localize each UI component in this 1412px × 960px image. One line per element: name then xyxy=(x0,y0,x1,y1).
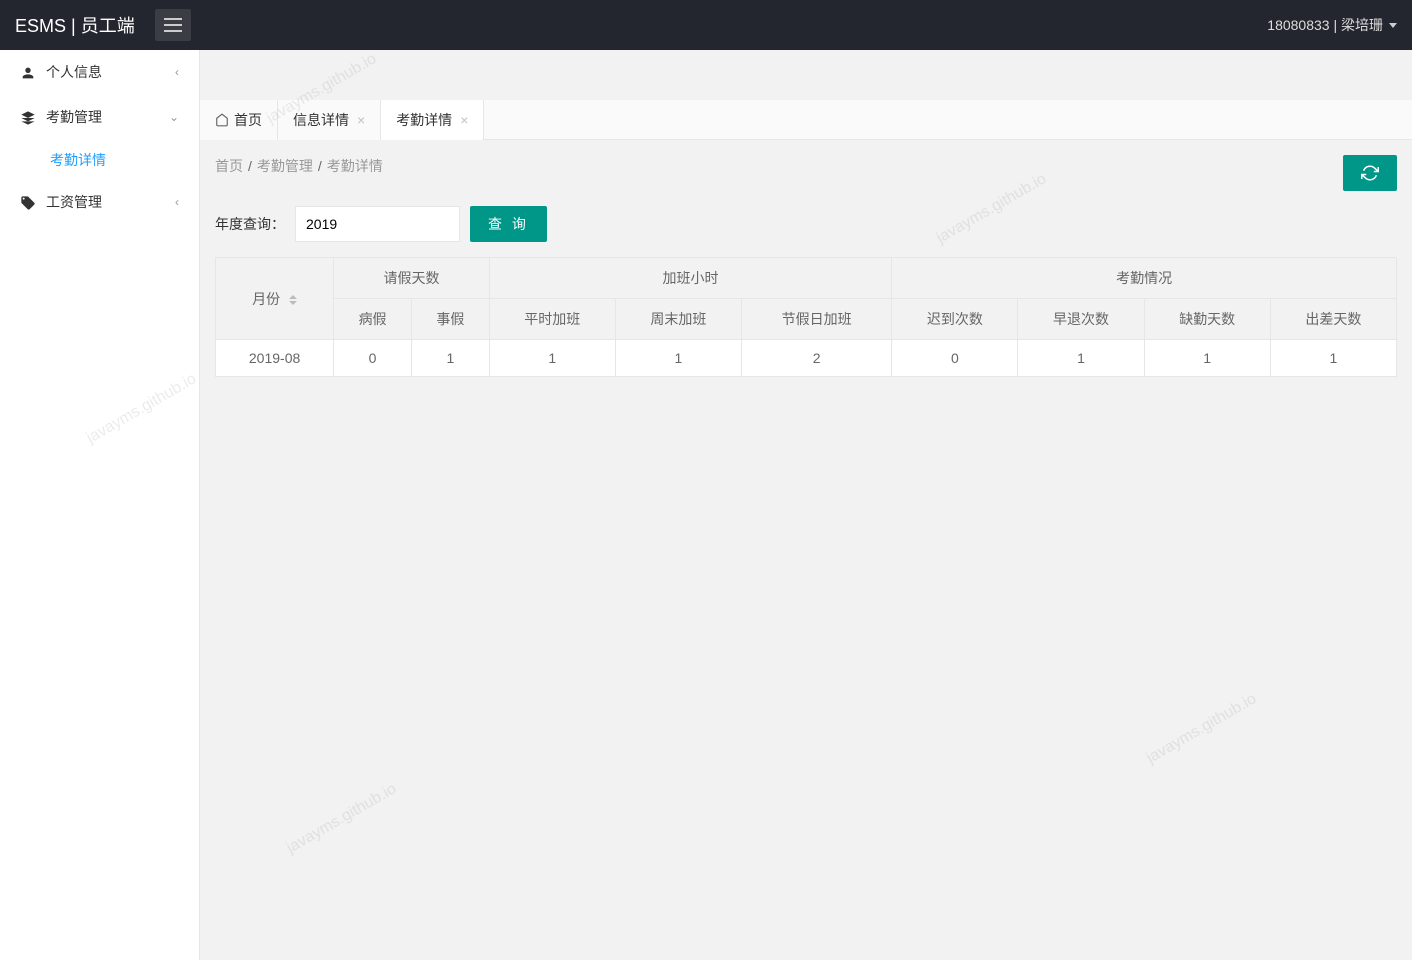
main-content: 首页 信息详情 × 考勤详情 × 首页 / 考勤管理 / 考勤详情 年度查询： xyxy=(200,100,1412,392)
tab-attendance-detail[interactable]: 考勤详情 × xyxy=(381,100,484,140)
sidebar-item-attendance[interactable]: 考勤管理 ⌄ xyxy=(0,95,199,140)
col-holiday-ot: 节假日加班 xyxy=(742,299,892,340)
col-late: 迟到次数 xyxy=(892,299,1018,340)
menu-toggle-button[interactable] xyxy=(155,9,191,41)
sidebar-item-salary[interactable]: 工资管理 ‹ xyxy=(0,180,199,225)
close-icon[interactable]: × xyxy=(460,100,468,140)
col-personal: 事假 xyxy=(411,299,489,340)
col-month[interactable]: 月份 xyxy=(216,258,334,340)
user-label: 18080833 | 梁培珊 xyxy=(1267,15,1383,35)
year-input[interactable] xyxy=(295,206,460,242)
table-row: 2019-08 0 1 1 1 2 0 1 1 1 xyxy=(216,340,1397,377)
user-menu[interactable]: 18080833 | 梁培珊 xyxy=(1267,15,1397,35)
query-label: 年度查询： xyxy=(215,214,285,234)
col-absent: 缺勤天数 xyxy=(1144,299,1270,340)
watermark: javayms.github.io xyxy=(284,780,400,857)
col-sick: 病假 xyxy=(334,299,412,340)
refresh-icon xyxy=(1361,164,1379,182)
col-weekday-ot: 平时加班 xyxy=(489,299,615,340)
query-row: 年度查询： 查 询 xyxy=(215,206,1397,242)
sort-icon xyxy=(289,295,297,305)
breadcrumb-home[interactable]: 首页 xyxy=(215,156,243,176)
watermark: javayms.github.io xyxy=(1144,690,1260,767)
sidebar-item-label: 个人信息 xyxy=(46,50,102,95)
caret-down-icon xyxy=(1389,23,1397,28)
breadcrumb-detail: 考勤详情 xyxy=(327,156,383,176)
col-attendance: 考勤情况 xyxy=(892,258,1397,299)
hamburger-icon xyxy=(164,18,182,32)
layers-icon xyxy=(20,110,36,126)
sidebar-item-personal-info[interactable]: 个人信息 ‹ xyxy=(0,50,199,95)
col-trip: 出差天数 xyxy=(1270,299,1396,340)
sidebar-subitem-attendance-detail[interactable]: 考勤详情 xyxy=(0,140,199,180)
tag-icon xyxy=(20,195,36,211)
query-button[interactable]: 查 询 xyxy=(470,206,547,242)
chevron-left-icon: ‹ xyxy=(175,50,179,95)
sidebar-item-label: 考勤管理 xyxy=(46,95,102,140)
tab-home[interactable]: 首页 xyxy=(200,100,278,140)
user-icon xyxy=(20,65,36,81)
logo: ESMS | 员工端 xyxy=(15,12,150,38)
chevron-down-icon: ⌄ xyxy=(169,95,179,140)
refresh-button[interactable] xyxy=(1343,155,1397,191)
sidebar: 个人信息 ‹ 考勤管理 ⌄ 考勤详情 工资管理 ‹ xyxy=(0,50,200,960)
col-leave-days: 请假天数 xyxy=(334,258,490,299)
content-area: 首页 / 考勤管理 / 考勤详情 年度查询： 查 询 月份 xyxy=(200,140,1412,392)
breadcrumb: 首页 / 考勤管理 / 考勤详情 xyxy=(215,156,383,176)
home-icon xyxy=(215,113,229,127)
sidebar-item-label: 工资管理 xyxy=(46,180,102,225)
breadcrumb-attendance[interactable]: 考勤管理 xyxy=(257,156,313,176)
col-weekend-ot: 周末加班 xyxy=(615,299,741,340)
header: ESMS | 员工端 18080833 | 梁培珊 xyxy=(0,0,1412,50)
close-icon[interactable]: × xyxy=(357,100,365,140)
chevron-left-icon: ‹ xyxy=(175,180,179,225)
tab-bar: 首页 信息详情 × 考勤详情 × xyxy=(200,100,1412,140)
col-early: 早退次数 xyxy=(1018,299,1144,340)
tab-info-detail[interactable]: 信息详情 × xyxy=(278,100,381,140)
col-overtime-hours: 加班小时 xyxy=(489,258,892,299)
attendance-table: 月份 请假天数 加班小时 考勤情况 病假 事假 平时加班 周末加班 节假日加班 … xyxy=(215,257,1397,377)
